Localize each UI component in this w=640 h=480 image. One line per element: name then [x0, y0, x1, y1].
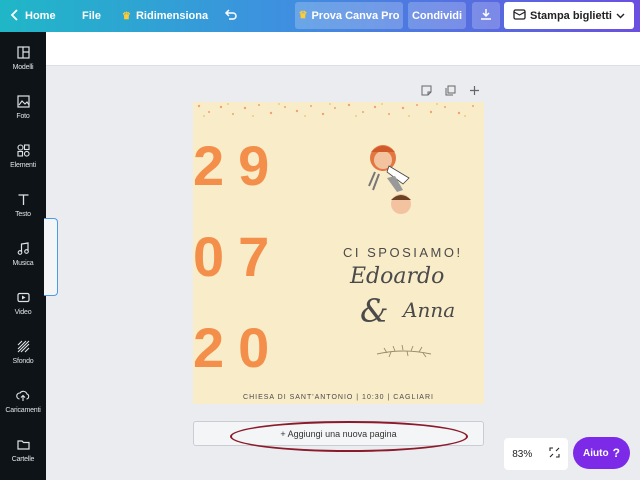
- sidebar-item-label: Testo: [15, 210, 31, 218]
- confetti-decoration: [197, 103, 474, 117]
- download-icon: [480, 8, 492, 23]
- sidebar-item-label: Video: [14, 308, 32, 316]
- undo-button[interactable]: [222, 0, 238, 32]
- text-icon: [16, 193, 30, 207]
- video-icon: [16, 291, 30, 305]
- resize-button[interactable]: ♛ Ridimensiona: [122, 0, 208, 32]
- print-label: Stampa biglietti: [530, 9, 612, 22]
- panel-collapse-handle[interactable]: [44, 218, 58, 296]
- top-bar: Home File ♛ Ridimensiona ♛ Prova Canva P…: [0, 0, 640, 32]
- question-icon: ?: [612, 446, 620, 460]
- ampersand[interactable]: &: [360, 292, 388, 330]
- sidebar-item-label: Caricamenti: [5, 406, 41, 414]
- folder-icon: [16, 438, 30, 452]
- date-month[interactable]: 07: [193, 229, 283, 285]
- photo-icon: [16, 95, 30, 109]
- note-icon[interactable]: [420, 84, 432, 96]
- music-icon: [16, 242, 30, 256]
- sidebar: Modelli Foto Elementi Testo Musica Video…: [0, 32, 46, 480]
- home-button[interactable]: Home: [10, 0, 56, 32]
- vertical-scrollbar[interactable]: [630, 66, 640, 470]
- share-button[interactable]: Condividi: [408, 2, 466, 29]
- page-tools: [420, 84, 480, 98]
- branch-decoration: [376, 344, 432, 358]
- sidebar-item-cartelle[interactable]: Cartelle: [0, 426, 46, 474]
- name-groom[interactable]: Edoardo: [350, 264, 444, 289]
- help-label: Aiuto: [583, 447, 609, 459]
- sidebar-item-testo[interactable]: Testo: [0, 181, 46, 229]
- try-pro-label: Prova Canva Pro: [311, 9, 400, 22]
- add-new-page-button[interactable]: + Aggiungi una nuova pagina: [193, 421, 484, 446]
- chevron-down-icon: [616, 10, 625, 22]
- sidebar-item-label: Cartelle: [11, 455, 35, 463]
- download-button[interactable]: [472, 2, 500, 29]
- sidebar-item-musica[interactable]: Musica: [0, 230, 46, 278]
- sidebar-item-label: Musica: [12, 259, 34, 267]
- heading-text[interactable]: CI SPOSIAMO!: [343, 245, 463, 260]
- duplicate-page-icon[interactable]: [444, 84, 456, 96]
- crown-icon: ♛: [298, 10, 308, 21]
- couple-illustration[interactable]: [361, 138, 423, 220]
- background-icon: [16, 340, 30, 354]
- help-button[interactable]: Aiuto ?: [573, 437, 630, 469]
- zoom-control[interactable]: 83%: [504, 438, 568, 470]
- add-page-icon[interactable]: [468, 84, 480, 96]
- print-cards-button[interactable]: Stampa biglietti: [504, 2, 634, 29]
- sidebar-item-video[interactable]: Video: [0, 279, 46, 327]
- sidebar-item-label: Foto: [16, 112, 30, 120]
- context-toolbar: [46, 32, 640, 66]
- undo-icon: [224, 8, 237, 24]
- sidebar-item-label: Modelli: [12, 63, 34, 71]
- date-day[interactable]: 29: [193, 138, 283, 194]
- crown-icon: ♛: [122, 10, 131, 22]
- date-year[interactable]: 20: [193, 320, 283, 376]
- resize-label: Ridimensiona: [135, 10, 209, 22]
- chevron-left-icon: [10, 8, 20, 24]
- sidebar-item-caricamenti[interactable]: Caricamenti: [0, 377, 46, 425]
- try-pro-button[interactable]: ♛ Prova Canva Pro: [295, 2, 403, 29]
- fullscreen-icon[interactable]: [549, 447, 560, 461]
- template-icon: [16, 46, 30, 60]
- horizontal-scrollbar[interactable]: [46, 470, 640, 480]
- sidebar-item-sfondo[interactable]: Sfondo: [0, 328, 46, 376]
- upload-icon: [16, 389, 30, 403]
- sidebar-item-foto[interactable]: Foto: [0, 83, 46, 131]
- zoom-level[interactable]: 83%: [512, 449, 532, 460]
- file-menu[interactable]: File: [82, 0, 101, 32]
- design-page[interactable]: 29 07 20 CI SPOSIAMO! Edoardo & Anna CHI…: [193, 102, 484, 404]
- venue-text[interactable]: CHIESA DI SANT'ANTONIO | 10:30 | CAGLIAR…: [193, 394, 484, 401]
- sidebar-item-label: Elementi: [10, 161, 36, 169]
- sidebar-item-label: Sfondo: [12, 357, 34, 365]
- sidebar-item-elementi[interactable]: Elementi: [0, 132, 46, 180]
- home-label: Home: [25, 10, 56, 22]
- sidebar-item-modelli[interactable]: Modelli: [0, 34, 46, 82]
- name-bride[interactable]: Anna: [403, 298, 455, 322]
- elements-icon: [16, 144, 30, 158]
- print-icon: [513, 8, 526, 23]
